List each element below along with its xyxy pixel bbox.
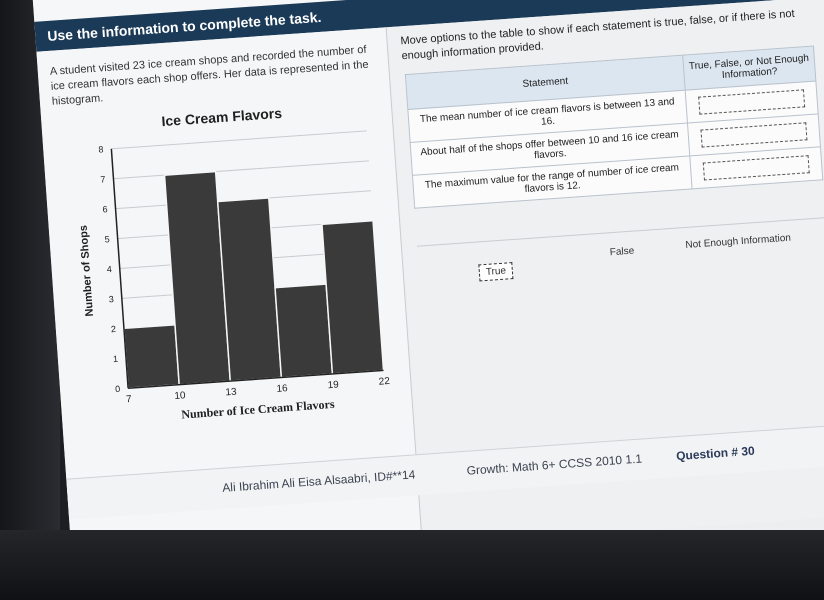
x-tick-label: 10 bbox=[174, 390, 186, 402]
pencil-icon[interactable]: ✎ bbox=[92, 0, 119, 2]
histogram-bar bbox=[123, 323, 180, 389]
options-tray: True False Not Enough Information bbox=[416, 217, 824, 317]
y-tick-label: 1 bbox=[113, 354, 119, 364]
device-bezel-bottom bbox=[0, 530, 824, 600]
histogram-bar bbox=[274, 283, 334, 379]
test-screen: ✎ ⌫ ▬ ▤ ▦ Use the information to complet… bbox=[30, 0, 824, 599]
y-tick-label: 6 bbox=[102, 204, 108, 214]
option-true[interactable]: True bbox=[478, 262, 514, 282]
x-tick-label: 22 bbox=[378, 376, 390, 388]
histogram-bar bbox=[321, 219, 385, 375]
y-tick-label: 8 bbox=[98, 144, 104, 154]
y-tick-label: 5 bbox=[104, 234, 110, 244]
option-not-enough-information[interactable]: Not Enough Information bbox=[679, 230, 797, 253]
x-axis-label: Number of Ice Cream Flavors bbox=[181, 397, 335, 422]
student-name: Ali Ibrahim Ali Eisa Alsaabri, ID#**14 bbox=[221, 467, 416, 495]
histogram-title: Ice Cream Flavors bbox=[161, 104, 283, 130]
drop-zone[interactable] bbox=[698, 89, 806, 115]
grid-line bbox=[111, 130, 367, 150]
y-tick-label: 4 bbox=[106, 264, 112, 274]
x-tick-label: 7 bbox=[126, 394, 133, 405]
option-false[interactable]: False bbox=[603, 243, 640, 261]
histogram: 0 1 2 3 4 5 6 7 8 7 10 13 16 19 22 Number of Ice Cream … bbox=[78, 130, 391, 422]
x-tick-label: 16 bbox=[276, 383, 288, 395]
y-tick-label: 7 bbox=[100, 174, 106, 184]
y-axis-label: Number of Shops bbox=[78, 225, 96, 317]
x-tick-label: 13 bbox=[225, 387, 237, 399]
drop-zone[interactable] bbox=[702, 155, 810, 181]
question-number: Question # 30 bbox=[675, 443, 756, 464]
statement-table: Statement True, False, or Not Enough Inf… bbox=[404, 45, 824, 209]
grid-line bbox=[113, 160, 369, 180]
x-tick-label: 19 bbox=[327, 379, 339, 391]
test-name: Growth: Math 6+ CCSS 2010 1.1 bbox=[466, 451, 643, 478]
y-tick-label: 0 bbox=[115, 384, 121, 394]
intro-text: A student visited 23 ice cream shops and… bbox=[49, 43, 369, 108]
y-tick-label: 2 bbox=[111, 324, 117, 334]
drop-zone[interactable] bbox=[700, 122, 808, 148]
y-tick-label: 3 bbox=[108, 294, 114, 304]
